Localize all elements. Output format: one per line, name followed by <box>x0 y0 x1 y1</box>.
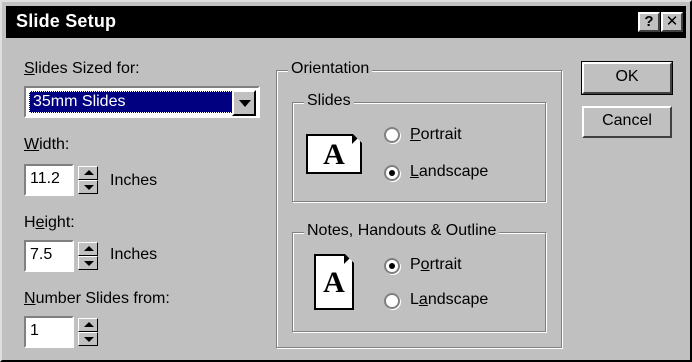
page-glyph: A <box>323 138 345 171</box>
number-slides-spin-down[interactable] <box>78 332 98 346</box>
number-slides-spin-up[interactable] <box>78 318 98 332</box>
orientation-label: Orientation <box>288 60 373 78</box>
width-input[interactable]: 11.2 <box>24 164 74 196</box>
height-input[interactable]: 7.5 <box>24 240 74 272</box>
slides-sized-for-label: Slides Sized for: <box>24 60 140 77</box>
landscape-page-icon: A <box>306 134 362 174</box>
ok-button[interactable]: OK <box>581 61 673 95</box>
window-title: Slide Setup <box>16 11 117 31</box>
spin-up-icon <box>84 322 94 327</box>
cancel-button[interactable]: Cancel <box>582 106 672 138</box>
slides-portrait-label[interactable]: Portrait <box>410 126 462 144</box>
notes-portrait-label[interactable]: Portrait <box>410 256 462 274</box>
width-value: 11.2 <box>30 170 60 187</box>
width-unit: Inches <box>110 172 158 189</box>
portrait-page-icon: A <box>314 254 354 310</box>
height-value: 7.5 <box>30 246 53 263</box>
width-spinner[interactable] <box>78 166 98 194</box>
slides-orientation-label: Slides <box>304 92 354 110</box>
height-spin-down[interactable] <box>78 256 98 270</box>
notes-landscape-label[interactable]: Landscape <box>410 291 488 309</box>
notes-orientation-label: Notes, Handouts & Outline <box>304 222 500 240</box>
slide-setup-dialog: Slide Setup ? ✕ Slides Sized for: 35mm S… <box>0 0 692 362</box>
close-button[interactable]: ✕ <box>661 12 683 32</box>
height-spinner[interactable] <box>78 242 98 270</box>
number-slides-from-value: 1 <box>30 322 39 339</box>
width-spin-up[interactable] <box>78 166 98 180</box>
radio-selected-dot <box>389 263 395 269</box>
height-unit: Inches <box>110 246 158 263</box>
page-glyph: A <box>323 266 345 299</box>
spin-up-icon <box>84 246 94 251</box>
width-label: Width: <box>24 136 70 153</box>
height-label: Height: <box>24 214 75 231</box>
notes-landscape-radio[interactable] <box>384 293 400 309</box>
title-bar[interactable]: Slide Setup ? ✕ <box>6 6 686 38</box>
slides-sized-for-combobox[interactable]: 35mm Slides <box>24 86 260 118</box>
spin-up-icon <box>84 170 94 175</box>
number-slides-from-input[interactable]: 1 <box>24 316 74 348</box>
radio-selected-dot <box>389 170 395 176</box>
dropdown-button[interactable] <box>232 90 256 116</box>
spin-down-icon <box>84 185 94 190</box>
dogear-fill-icon <box>345 254 354 263</box>
notes-portrait-radio[interactable] <box>384 258 400 274</box>
chevron-down-icon <box>239 100 251 107</box>
width-spin-down[interactable] <box>78 180 98 194</box>
slides-landscape-label[interactable]: Landscape <box>410 163 488 181</box>
spin-down-icon <box>84 337 94 342</box>
number-slides-from-label: Number Slides from: <box>24 290 170 307</box>
spin-down-icon <box>84 261 94 266</box>
slides-landscape-radio[interactable] <box>384 165 400 181</box>
slides-sized-for-value: 35mm Slides <box>29 91 233 113</box>
slides-portrait-radio[interactable] <box>384 127 400 143</box>
number-slides-spinner[interactable] <box>78 318 98 346</box>
height-spin-up[interactable] <box>78 242 98 256</box>
help-button[interactable]: ? <box>638 12 660 32</box>
